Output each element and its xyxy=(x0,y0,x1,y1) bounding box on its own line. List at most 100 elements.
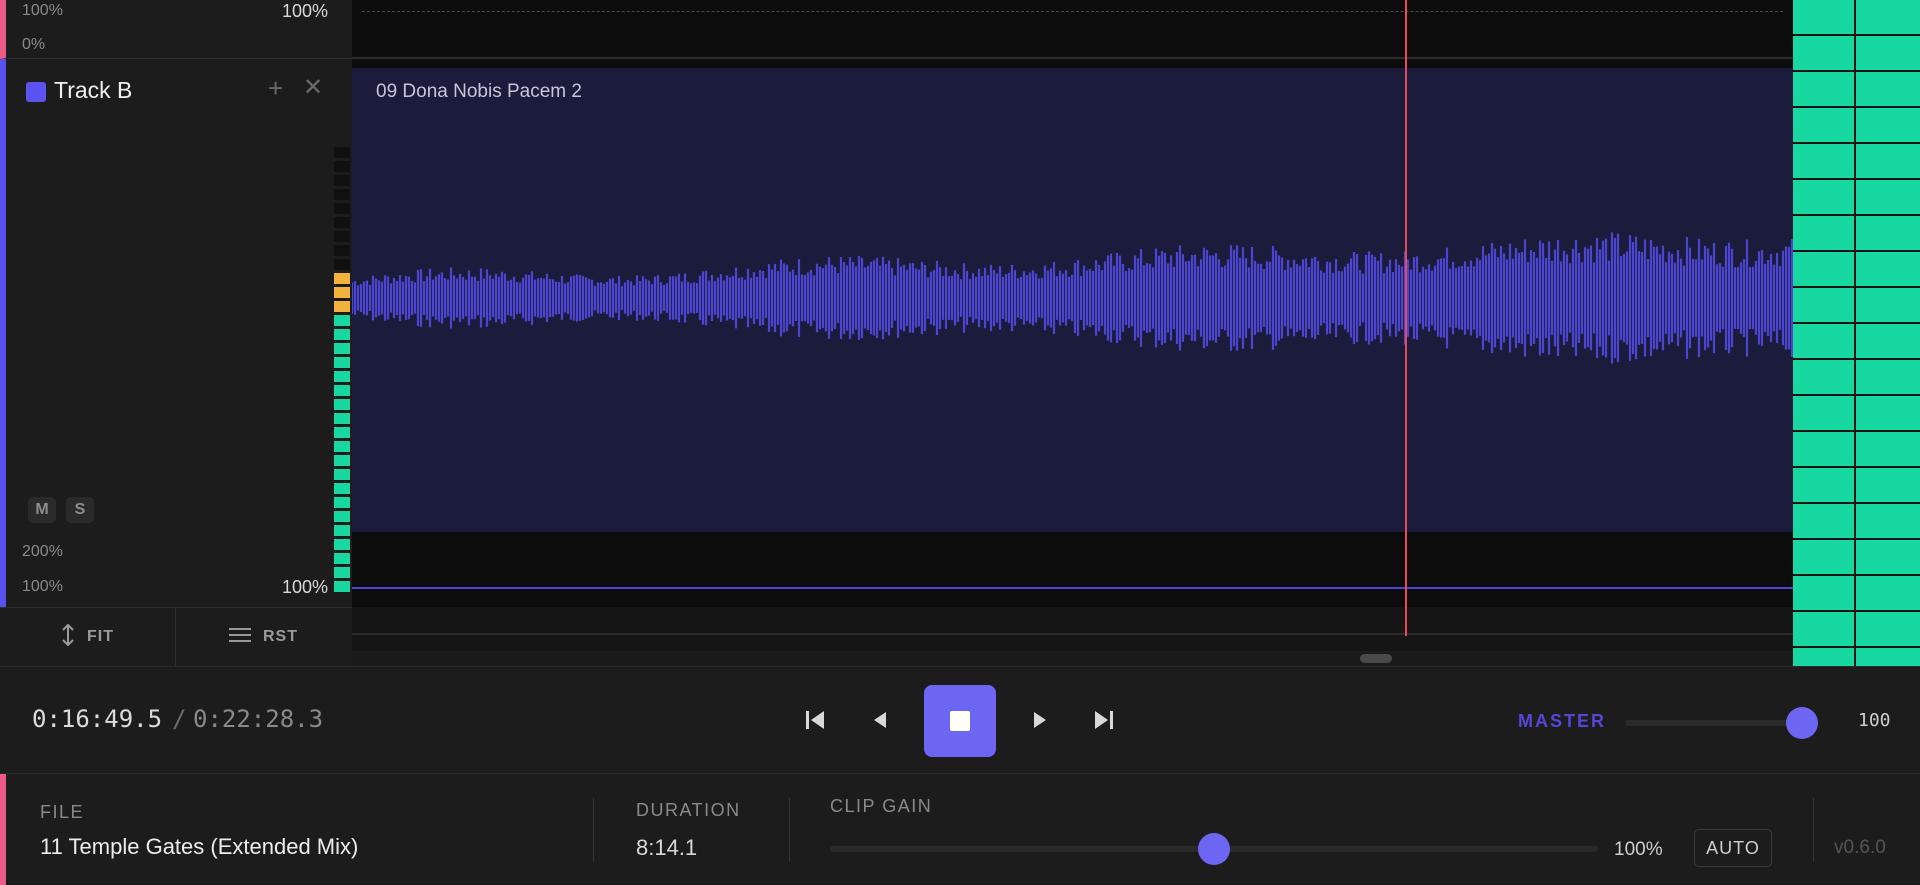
meter-cell xyxy=(1793,288,1854,322)
output-meter-grid xyxy=(1793,0,1920,682)
clip-gain-knob[interactable] xyxy=(1198,833,1230,865)
zoom-max-label: 200% xyxy=(22,543,63,560)
rst-button[interactable]: RST xyxy=(176,608,351,666)
file-name: 11 Temple Gates (Extended Mix) xyxy=(40,834,359,859)
lane-divider xyxy=(352,633,1793,635)
duration-value: 8:14.1 xyxy=(636,835,698,860)
track-name[interactable]: Track B xyxy=(54,77,132,104)
track-color-swatch[interactable] xyxy=(26,82,46,102)
vertical-resize-icon xyxy=(61,623,75,651)
menu-lines-icon xyxy=(229,627,251,648)
horizontal-scrollbar[interactable] xyxy=(352,651,1793,666)
volume-right-label: 100% xyxy=(282,577,329,597)
meter-segment xyxy=(334,175,350,186)
skip-to-end-button[interactable] xyxy=(1084,699,1124,741)
version-label: v0.6.0 xyxy=(1834,837,1886,858)
meter-segment xyxy=(334,469,350,480)
track-accent-bar xyxy=(0,774,6,885)
fit-button[interactable]: FIT xyxy=(0,608,176,666)
playhead[interactable] xyxy=(1405,0,1407,636)
master-volume-value: 100 xyxy=(1858,710,1891,731)
skip-to-start-icon xyxy=(806,711,824,729)
meter-cell xyxy=(1793,252,1854,286)
meter-segment xyxy=(334,455,350,466)
meter-cell xyxy=(1856,432,1920,466)
prev-pan-min: 0% xyxy=(22,36,46,53)
track-b-lane[interactable]: 09 Dona Nobis Pacem 2 xyxy=(352,59,1793,635)
meter-segment xyxy=(334,301,350,312)
meter-cell xyxy=(1793,72,1854,106)
meter-cell xyxy=(1856,252,1920,286)
prev-track-lane[interactable] xyxy=(352,0,1793,59)
meter-segment xyxy=(334,581,350,592)
scrollbar-thumb[interactable] xyxy=(1360,654,1392,663)
audio-clip[interactable]: 09 Dona Nobis Pacem 2 xyxy=(352,68,1793,532)
meter-segment xyxy=(334,483,350,494)
auto-button[interactable]: AUTO xyxy=(1694,829,1772,867)
meter-cell xyxy=(1856,288,1920,322)
meter-segment xyxy=(334,329,350,340)
meter-cell xyxy=(1856,468,1920,502)
clip-name: 09 Dona Nobis Pacem 2 xyxy=(376,81,582,102)
track-tools: FIT RST xyxy=(0,607,352,666)
file-caption: FILE xyxy=(40,802,85,822)
meter-cell xyxy=(1856,540,1920,574)
stop-button[interactable] xyxy=(924,685,996,757)
meter-segment xyxy=(334,497,350,508)
meter-segment xyxy=(334,245,350,256)
meter-cell xyxy=(1793,576,1854,610)
prev-gain-line[interactable] xyxy=(362,11,1783,12)
fit-label: FIT xyxy=(87,628,114,645)
solo-button[interactable]: S xyxy=(66,497,94,523)
duration-caption: DURATION xyxy=(636,800,741,820)
meter-segment xyxy=(334,259,350,270)
meter-cell xyxy=(1793,108,1854,142)
master-volume-knob[interactable] xyxy=(1786,707,1818,739)
meter-cell xyxy=(1793,324,1854,358)
step-back-button[interactable] xyxy=(860,699,900,741)
meter-segment xyxy=(334,385,350,396)
close-icon[interactable]: ✕ xyxy=(303,73,323,103)
time-separator: / xyxy=(172,705,187,733)
transport-bar: 0:16:49.5 / 0:22:28.3 MASTER 100 xyxy=(0,666,1920,773)
play-button[interactable] xyxy=(1020,699,1060,741)
meter-cell xyxy=(1856,612,1920,646)
meter-segment xyxy=(334,427,350,438)
meter-cell xyxy=(1793,180,1854,214)
meter-cell xyxy=(1856,0,1920,34)
meter-segment xyxy=(334,231,350,242)
divider xyxy=(789,798,790,862)
play-icon xyxy=(1034,712,1046,728)
meter-cell xyxy=(1793,0,1854,34)
meter-segment xyxy=(334,511,350,522)
meter-segment xyxy=(334,371,350,382)
meter-cell xyxy=(1856,180,1920,214)
current-time: 0:16:49.5 xyxy=(32,705,163,733)
gain-envelope-line[interactable] xyxy=(352,587,1793,589)
stop-icon xyxy=(950,711,970,731)
meter-cell xyxy=(1856,216,1920,250)
meter-segment xyxy=(334,525,350,536)
master-volume-slider[interactable] xyxy=(1625,720,1801,726)
meter-segment xyxy=(334,567,350,578)
meter-segment xyxy=(334,441,350,452)
meter-segment xyxy=(334,539,350,550)
prev-volume-left: 100% xyxy=(22,2,63,19)
prev-track-header: 100% 100% 0% xyxy=(0,0,352,59)
prev-volume-right: 100% xyxy=(282,1,329,21)
meter-cell xyxy=(1856,324,1920,358)
mute-button[interactable]: M xyxy=(28,497,56,523)
meter-segment xyxy=(334,189,350,200)
volume-left-label: 100% xyxy=(22,578,63,595)
skip-to-start-button[interactable] xyxy=(795,699,835,741)
meter-segment xyxy=(334,399,350,410)
meter-cell xyxy=(1856,396,1920,430)
step-back-icon xyxy=(874,712,886,728)
meter-segment xyxy=(334,217,350,228)
meter-cell xyxy=(1793,216,1854,250)
rst-label: RST xyxy=(263,628,298,645)
add-icon[interactable]: + xyxy=(268,73,283,103)
meter-segment xyxy=(334,413,350,424)
meter-segment xyxy=(334,147,350,158)
meter-cell xyxy=(1856,360,1920,394)
